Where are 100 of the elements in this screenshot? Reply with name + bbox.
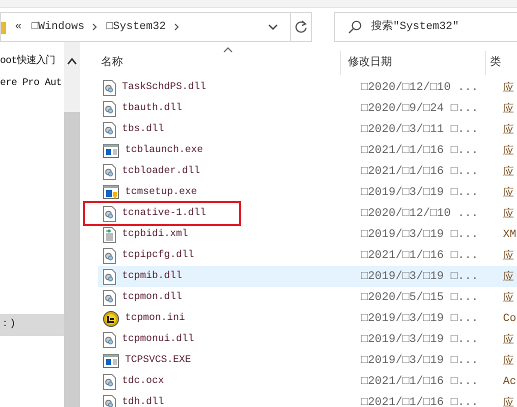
file-type: 应 <box>503 290 514 305</box>
file-row[interactable]: TCPSVCS.EXE □2019/□3/□19 □... 应 <box>83 350 517 371</box>
dropdown-icon[interactable] <box>268 24 278 30</box>
search-field[interactable]: 搜索"System32" <box>334 12 517 42</box>
modified-date: □2019/□3/□19 □... <box>361 228 480 241</box>
file-name: tbauth.dll <box>122 103 182 114</box>
file-name: tcbloader.dll <box>122 166 200 177</box>
scroll-up-icon[interactable] <box>67 58 77 65</box>
file-name: tcpmon.dll <box>122 292 182 303</box>
breadcrumb-item[interactable]: □Windows <box>32 21 84 33</box>
modified-date: □2019/□3/□19 □... <box>361 333 480 346</box>
window-shield-icon <box>103 185 119 200</box>
file-name: tcpmon.ini <box>125 313 186 324</box>
file-row[interactable]: tcpipcfg.dll □2021/□1/□16 □... 应 <box>83 245 517 266</box>
modified-date: □2020/□12/□10 ... <box>361 207 480 220</box>
file-type: 应 <box>503 80 514 95</box>
gear-file-icon <box>103 164 116 180</box>
modified-date: □2019/□3/□19 □... <box>361 354 480 367</box>
gear-file-icon <box>103 290 116 306</box>
file-name: tbs.dll <box>122 124 164 135</box>
modified-date: □2021/□1/□16 □... <box>361 396 480 407</box>
sidebar-item[interactable]: oot快速入门 <box>0 51 64 73</box>
column-header[interactable]: 类 <box>486 51 501 75</box>
window-icon <box>103 144 119 158</box>
gear-file-icon <box>103 100 116 116</box>
chevron-icon[interactable] <box>92 23 98 31</box>
gear-file-icon <box>103 248 116 264</box>
document-icon <box>103 226 116 242</box>
scrollbar[interactable] <box>64 42 80 407</box>
breadcrumb-item[interactable]: □System32 <box>106 21 166 33</box>
file-type: XM <box>503 228 516 240</box>
file-row[interactable]: tcpbidi.xml □2019/□3/□19 □... XM <box>83 224 517 245</box>
refresh-button[interactable] <box>291 12 312 42</box>
gear-file-icon <box>103 268 116 284</box>
file-type: 应 <box>503 122 514 137</box>
file-type: 应 <box>503 248 514 263</box>
file-row[interactable]: tcblaunch.exe □2021/□1/□16 □... 应 <box>83 140 517 161</box>
folder-icon <box>1 20 6 34</box>
breadcrumb-overflow[interactable]: « <box>15 21 22 33</box>
file-name: tcpipcfg.dll <box>122 250 194 261</box>
file-type: 应 <box>503 144 514 158</box>
file-row[interactable]: tdc.ocx □2021/□1/□16 □... Ac <box>83 371 517 392</box>
search-icon <box>348 20 362 34</box>
modified-date: □2020/□5/□15 □... <box>361 291 480 304</box>
file-row[interactable]: tbs.dll □2020/□3/□11 □... 应 <box>83 119 517 140</box>
file-type: 应 <box>503 396 514 407</box>
file-name: TCPSVCS.EXE <box>125 355 192 366</box>
file-type: 应 <box>503 186 514 200</box>
sidebar-item[interactable]: ：) <box>0 314 64 336</box>
gear-file-icon <box>103 206 116 222</box>
file-name: tcnative-1.dll <box>122 208 206 219</box>
file-row[interactable]: tcpmonui.dll □2019/□3/□19 □... 应 <box>83 329 517 350</box>
file-name: tcblaunch.exe <box>125 145 204 156</box>
modified-date: □2021/□1/□16 □... <box>361 375 480 388</box>
file-type: 应 <box>503 206 514 221</box>
column-header[interactable]: 名称 <box>83 51 341 75</box>
file-row[interactable]: tcmsetup.exe □2019/□3/□19 □... 应 <box>83 182 517 203</box>
file-name: tcmsetup.exe <box>125 187 198 198</box>
modified-date: □2021/□1/□16 □... <box>361 249 480 262</box>
file-row[interactable]: tcpmib.dll □2019/□3/□19 □... 应 <box>98 266 517 287</box>
file-type: 应 <box>503 270 514 284</box>
coin-icon <box>103 310 119 326</box>
scrollbar-thumb[interactable] <box>64 112 80 407</box>
file-type: 应 <box>503 164 514 179</box>
file-row[interactable]: TaskSchdPS.dll □2020/□12/□10 ... 应 <box>83 77 517 98</box>
gear-file-icon <box>103 332 116 348</box>
file-type: Co <box>503 312 516 324</box>
file-type: 应 <box>503 102 514 116</box>
file-row[interactable]: tbauth.dll □2020/□9/□24 □... 应 <box>83 98 517 119</box>
address-bar[interactable]: « □Windows □System32 <box>0 12 292 42</box>
file-name: tdh.dll <box>122 397 164 407</box>
file-name: TaskSchdPS.dll <box>122 82 206 93</box>
modified-date: □2021/□1/□16 □... <box>361 165 480 178</box>
window-icon <box>103 354 119 368</box>
file-row[interactable]: tcpmon.ini □2019/□3/□19 □... Co <box>83 308 517 329</box>
modified-date: □2021/□1/□16 □... <box>361 144 480 157</box>
file-name: tcpmib.dll <box>122 271 182 282</box>
file-type: 应 <box>503 354 514 368</box>
file-row[interactable]: tcbloader.dll □2021/□1/□16 □... 应 <box>83 161 517 182</box>
modified-date: □2019/□3/□19 □... <box>361 312 480 325</box>
refresh-icon <box>294 20 308 34</box>
gear-file-icon <box>103 374 116 390</box>
file-type: 应 <box>503 332 514 347</box>
modified-date: □2019/□3/□19 □... <box>361 270 480 283</box>
gear-file-icon <box>103 80 116 96</box>
sidebar-item[interactable]: ere Pro Aut <box>0 73 64 95</box>
file-name: tcpmonui.dll <box>122 334 194 345</box>
column-header[interactable]: 修改日期 <box>341 51 486 75</box>
chevron-icon[interactable] <box>174 23 180 31</box>
file-name: tcpbidi.xml <box>122 229 188 240</box>
sort-caret-icon <box>223 47 233 53</box>
file-row[interactable]: tcpmon.dll □2020/□5/□15 □... 应 <box>83 287 517 308</box>
file-row[interactable]: tcnative-1.dll □2020/□12/□10 ... 应 <box>83 203 517 224</box>
modified-date: □2020/□12/□10 ... <box>361 81 480 94</box>
modified-date: □2020/□3/□11 □... <box>361 123 480 136</box>
modified-date: □2019/□3/□19 □... <box>361 186 480 199</box>
file-row[interactable]: tdh.dll □2021/□1/□16 □... 应 <box>83 392 517 407</box>
file-type: Ac <box>503 376 516 388</box>
modified-date: □2020/□9/□24 □... <box>361 102 480 115</box>
file-name: tdc.ocx <box>122 376 164 387</box>
